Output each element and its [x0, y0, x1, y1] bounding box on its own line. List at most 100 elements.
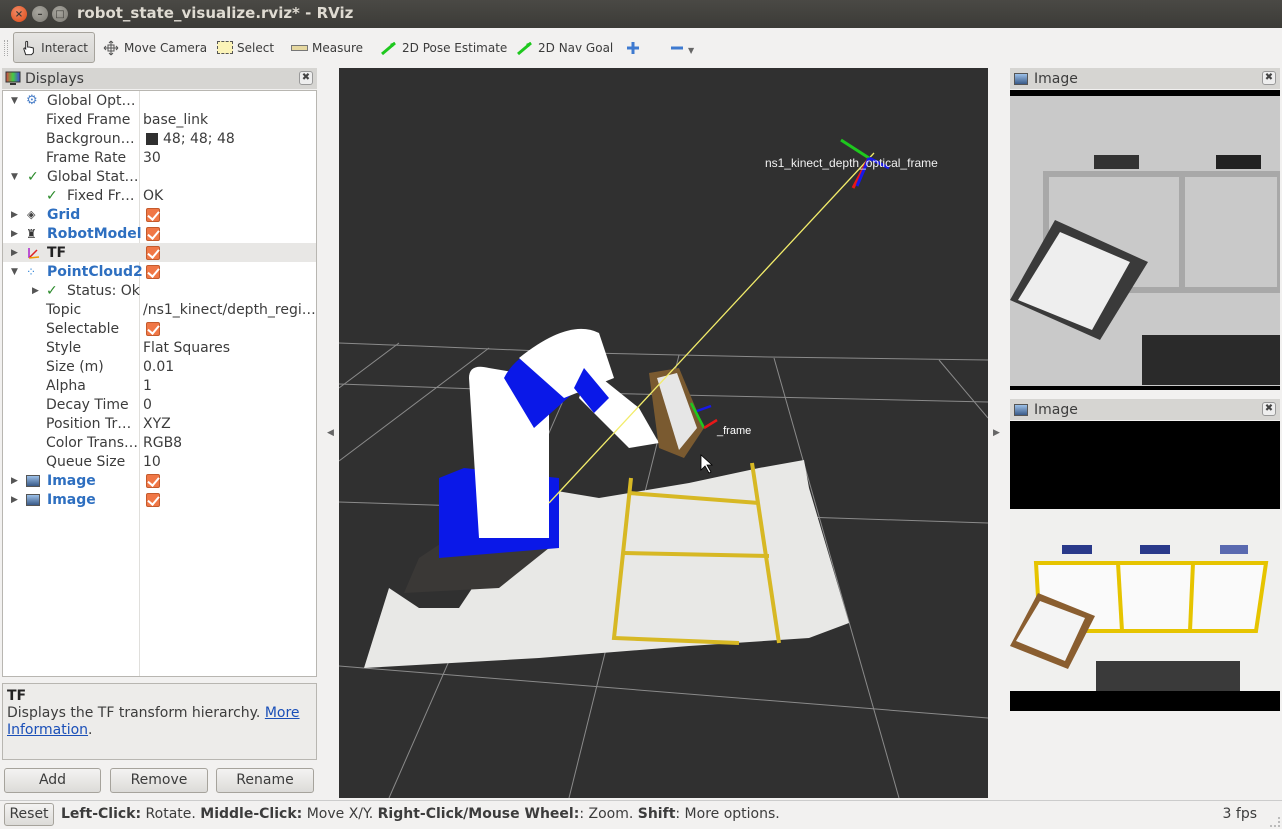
- tree-key: Frame Rate: [46, 149, 127, 166]
- image-icon: [26, 474, 40, 487]
- pointcloud-icon: ⁘: [26, 264, 37, 279]
- image-icon: [1014, 72, 1028, 85]
- resize-grip[interactable]: [1270, 817, 1280, 827]
- tree-row-pointcloud2[interactable]: ▼ ⁘ PointCloud2: [3, 262, 316, 281]
- expand-arrow-icon[interactable]: ▶: [11, 476, 18, 486]
- tree-row-image[interactable]: ▶ Image: [3, 490, 316, 509]
- image-panel-close-button[interactable]: ✖: [1262, 71, 1276, 85]
- expand-arrow-icon[interactable]: ▶: [32, 286, 39, 296]
- left-collapse-handle[interactable]: ◀: [327, 428, 334, 438]
- remove-tool-button[interactable]: ▼: [664, 32, 700, 63]
- expand-arrow-icon[interactable]: ▶: [11, 248, 18, 258]
- minimize-icon: –: [37, 8, 43, 20]
- window-maximize-button[interactable]: □: [52, 6, 68, 22]
- description-suffix: .: [88, 722, 93, 738]
- rename-display-button[interactable]: Rename: [216, 768, 314, 793]
- image-panel-close-button[interactable]: ✖: [1262, 402, 1276, 416]
- tree-row-queue-size[interactable]: Queue Size 10: [3, 452, 316, 471]
- tree-row-global-options[interactable]: ▼ ⚙ Global Opt…: [3, 91, 316, 110]
- reset-view-button[interactable]: Reset: [4, 803, 54, 826]
- tree-row-fixed-frame[interactable]: Fixed Frame base_link: [3, 110, 316, 129]
- plus-icon: [627, 41, 639, 54]
- gear-icon: ⚙: [26, 93, 38, 108]
- tool-measure[interactable]: Measure: [285, 32, 369, 63]
- tree-row-color-transformer[interactable]: Color Trans… RGB8: [3, 433, 316, 452]
- tree-row-global-status[interactable]: ▼ ✓ Global Stat…: [3, 167, 316, 186]
- tree-key: PointCloud2: [47, 263, 143, 280]
- tool-select[interactable]: Select: [211, 32, 280, 63]
- tool-move-camera[interactable]: Move Camera: [96, 32, 213, 63]
- more-link[interactable]: More: [265, 705, 300, 721]
- tree-row-background[interactable]: Backgroun… 48; 48; 48: [3, 129, 316, 148]
- tree-value[interactable]: 0.01: [143, 359, 174, 375]
- enable-checkbox[interactable]: [146, 207, 160, 222]
- tree-row-status[interactable]: ▶ ✓ Status: Ok: [3, 281, 316, 300]
- tree-value[interactable]: XYZ: [143, 416, 171, 432]
- displays-panel-header: Displays ✖: [2, 68, 317, 89]
- tree-value[interactable]: 0: [143, 397, 152, 413]
- tree-row-robotmodel[interactable]: ▶ ♜ RobotModel: [3, 224, 316, 243]
- selectable-checkbox[interactable]: [146, 321, 160, 336]
- tree-key: Size (m): [46, 358, 104, 375]
- right-collapse-handle[interactable]: ▶: [993, 428, 1000, 438]
- tree-row-style[interactable]: Style Flat Squares: [3, 338, 316, 357]
- tree-key: Global Stat…: [47, 168, 139, 185]
- tree-value[interactable]: /ns1_kinect/depth_regi…: [143, 302, 316, 318]
- tree-row-alpha[interactable]: Alpha 1: [3, 376, 316, 395]
- tree-value[interactable]: RGB8: [143, 435, 182, 451]
- tree-key: Status: Ok: [67, 282, 140, 299]
- tree-value[interactable]: 30: [143, 150, 161, 166]
- expand-arrow-icon[interactable]: ▶: [11, 229, 18, 239]
- expand-arrow-icon[interactable]: ▶: [11, 495, 18, 505]
- tree-row-fixed-frame-status[interactable]: ✓ Fixed Fr… OK: [3, 186, 316, 205]
- enable-checkbox[interactable]: [146, 264, 160, 279]
- expand-arrow-icon[interactable]: ▶: [11, 210, 18, 220]
- displays-close-button[interactable]: ✖: [299, 71, 313, 85]
- add-display-button[interactable]: Add: [4, 768, 101, 793]
- expand-arrow-icon[interactable]: ▼: [11, 172, 18, 182]
- tool-label: 2D Nav Goal: [538, 40, 614, 55]
- tree-key: Alpha: [46, 377, 86, 394]
- tree-value[interactable]: 48; 48; 48: [163, 131, 235, 147]
- tree-value[interactable]: Flat Squares: [143, 340, 230, 356]
- tree-row-frame-rate[interactable]: Frame Rate 30: [3, 148, 316, 167]
- enable-checkbox[interactable]: [146, 492, 160, 507]
- tree-row-position-transformer[interactable]: Position Tr… XYZ: [3, 414, 316, 433]
- tool-2d-nav-goal[interactable]: 2D Nav Goal: [510, 32, 619, 63]
- tree-row-image[interactable]: ▶ Image: [3, 471, 316, 490]
- tool-interact[interactable]: Interact: [13, 32, 95, 63]
- tree-key: Decay Time: [46, 396, 129, 413]
- tree-row-grid[interactable]: ▶ ◈ Grid: [3, 205, 316, 224]
- information-link[interactable]: Information: [7, 722, 88, 738]
- close-icon: ×: [14, 8, 24, 20]
- image-panel-title: Image: [1034, 401, 1078, 418]
- window-minimize-button[interactable]: –: [32, 6, 48, 22]
- ruler-icon: [291, 44, 308, 51]
- tree-row-selectable[interactable]: Selectable: [3, 319, 316, 338]
- tree-row-tf[interactable]: ▶ TF: [3, 243, 316, 262]
- tree-key: Style: [46, 339, 82, 356]
- tree-value[interactable]: base_link: [143, 112, 208, 128]
- displays-tree[interactable]: ▼ ⚙ Global Opt… Fixed Frame base_link Ba…: [2, 90, 317, 677]
- enable-checkbox[interactable]: [146, 245, 160, 260]
- tree-value[interactable]: 10: [143, 454, 161, 470]
- hint-key: Middle-Click:: [200, 806, 303, 822]
- window-close-button[interactable]: ×: [11, 6, 27, 22]
- 3d-render-viewport[interactable]: _frame ns1_kinect_depth_optical_frame: [339, 68, 988, 798]
- checkmark-icon: ✓: [46, 187, 58, 204]
- remove-display-button[interactable]: Remove: [110, 768, 208, 793]
- expand-arrow-icon[interactable]: ▼: [11, 96, 18, 106]
- expand-arrow-icon[interactable]: ▼: [11, 267, 18, 277]
- tree-row-topic[interactable]: Topic /ns1_kinect/depth_regi…: [3, 300, 316, 319]
- tree-row-size[interactable]: Size (m) 0.01: [3, 357, 316, 376]
- enable-checkbox[interactable]: [146, 473, 160, 488]
- close-icon: ✖: [1264, 72, 1274, 83]
- tree-row-decay-time[interactable]: Decay Time 0: [3, 395, 316, 414]
- tree-key: Color Trans…: [46, 434, 138, 451]
- tree-value[interactable]: 1: [143, 378, 152, 394]
- add-tool-button[interactable]: [620, 32, 646, 63]
- tool-2d-pose-estimate[interactable]: 2D Pose Estimate: [374, 32, 513, 63]
- enable-checkbox[interactable]: [146, 226, 160, 241]
- toolbar-grip[interactable]: [4, 40, 8, 56]
- color-swatch[interactable]: [146, 132, 158, 145]
